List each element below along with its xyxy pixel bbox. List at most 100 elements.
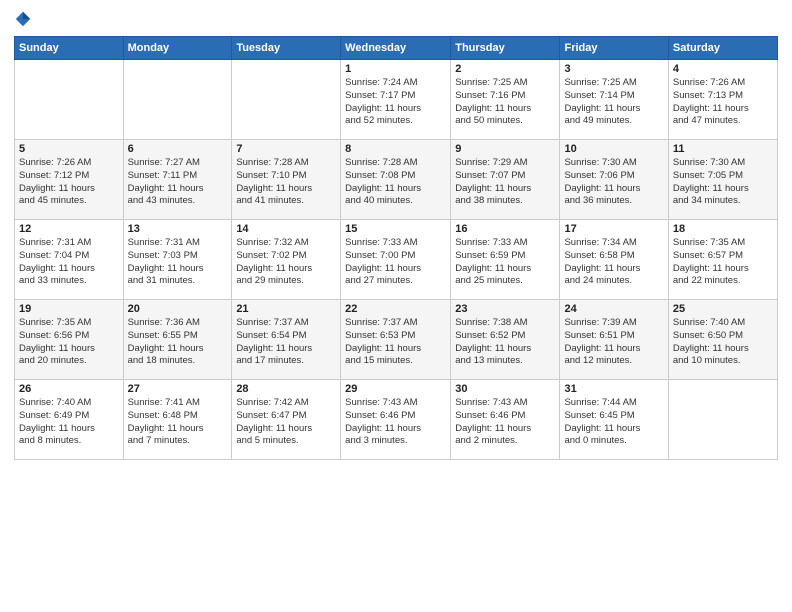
calendar-week-row: 26 Sunrise: 7:40 AM Sunset: 6:49 PM Dayli… — [15, 380, 778, 460]
day-number: 17 — [564, 223, 663, 235]
calendar-cell: 26 Sunrise: 7:40 AM Sunset: 6:49 PM Dayli… — [15, 380, 124, 460]
day-info: Sunrise: 7:29 AM Sunset: 7:07 PM Dayligh… — [455, 157, 555, 208]
day-info: Sunrise: 7:40 AM Sunset: 6:50 PM Dayligh… — [673, 317, 773, 368]
day-number: 4 — [673, 63, 773, 75]
day-number: 24 — [564, 303, 663, 315]
calendar-cell: 11 Sunrise: 7:30 AM Sunset: 7:05 PM Dayli… — [668, 140, 777, 220]
calendar-cell: 15 Sunrise: 7:33 AM Sunset: 7:00 PM Dayli… — [341, 220, 451, 300]
logo — [14, 10, 36, 28]
calendar-cell: 22Sunrise: 7:37 AM Sunset: 6:53 PM Dayli… — [341, 300, 451, 380]
day-number: 25 — [673, 303, 773, 315]
calendar-cell — [668, 380, 777, 460]
day-info: Sunrise: 7:34 AM Sunset: 6:58 PM Dayligh… — [564, 237, 663, 288]
calendar-cell: 25 Sunrise: 7:40 AM Sunset: 6:50 PM Dayli… — [668, 300, 777, 380]
day-number: 11 — [673, 143, 773, 155]
day-info: Sunrise: 7:33 AM Sunset: 7:00 PM Dayligh… — [345, 237, 446, 288]
calendar-header-sunday: Sunday — [15, 37, 124, 60]
day-info: Sunrise: 7:42 AM Sunset: 6:47 PM Dayligh… — [236, 397, 336, 448]
calendar-cell: 3 Sunrise: 7:25 AM Sunset: 7:14 PM Daylig… — [560, 60, 668, 140]
calendar-cell: 12Sunrise: 7:31 AM Sunset: 7:04 PM Dayli… — [15, 220, 124, 300]
day-info: Sunrise: 7:27 AM Sunset: 7:11 PM Dayligh… — [128, 157, 228, 208]
day-info: Sunrise: 7:37 AM Sunset: 6:53 PM Dayligh… — [345, 317, 446, 368]
day-info: Sunrise: 7:38 AM Sunset: 6:52 PM Dayligh… — [455, 317, 555, 368]
calendar-week-row: 5 Sunrise: 7:26 AM Sunset: 7:12 PM Daylig… — [15, 140, 778, 220]
day-number: 3 — [564, 63, 663, 75]
day-info: Sunrise: 7:33 AM Sunset: 6:59 PM Dayligh… — [455, 237, 555, 288]
calendar-cell: 10 Sunrise: 7:30 AM Sunset: 7:06 PM Dayli… — [560, 140, 668, 220]
day-number: 10 — [564, 143, 663, 155]
logo-icon — [14, 10, 32, 28]
calendar-cell — [15, 60, 124, 140]
day-number: 14 — [236, 223, 336, 235]
calendar-cell: 9Sunrise: 7:29 AM Sunset: 7:07 PM Daylig… — [451, 140, 560, 220]
day-info: Sunrise: 7:35 AM Sunset: 6:57 PM Dayligh… — [673, 237, 773, 288]
calendar-cell: 27Sunrise: 7:41 AM Sunset: 6:48 PM Dayli… — [123, 380, 232, 460]
day-number: 7 — [236, 143, 336, 155]
calendar-cell: 20Sunrise: 7:36 AM Sunset: 6:55 PM Dayli… — [123, 300, 232, 380]
day-info: Sunrise: 7:30 AM Sunset: 7:06 PM Dayligh… — [564, 157, 663, 208]
day-info: Sunrise: 7:31 AM Sunset: 7:03 PM Dayligh… — [128, 237, 228, 288]
day-info: Sunrise: 7:32 AM Sunset: 7:02 PM Dayligh… — [236, 237, 336, 288]
calendar-cell: 5 Sunrise: 7:26 AM Sunset: 7:12 PM Daylig… — [15, 140, 124, 220]
day-info: Sunrise: 7:35 AM Sunset: 6:56 PM Dayligh… — [19, 317, 119, 368]
calendar-header-thursday: Thursday — [451, 37, 560, 60]
calendar-header-monday: Monday — [123, 37, 232, 60]
day-number: 19 — [19, 303, 119, 315]
calendar-cell: 29Sunrise: 7:43 AM Sunset: 6:46 PM Dayli… — [341, 380, 451, 460]
calendar-cell: 13 Sunrise: 7:31 AM Sunset: 7:03 PM Dayli… — [123, 220, 232, 300]
day-number: 6 — [128, 143, 228, 155]
day-info: Sunrise: 7:36 AM Sunset: 6:55 PM Dayligh… — [128, 317, 228, 368]
calendar-header-friday: Friday — [560, 37, 668, 60]
day-number: 26 — [19, 383, 119, 395]
day-info: Sunrise: 7:31 AM Sunset: 7:04 PM Dayligh… — [19, 237, 119, 288]
day-info: Sunrise: 7:28 AM Sunset: 7:08 PM Dayligh… — [345, 157, 446, 208]
day-number: 23 — [455, 303, 555, 315]
calendar-week-row: 1Sunrise: 7:24 AM Sunset: 7:17 PM Daylig… — [15, 60, 778, 140]
calendar-cell: 1Sunrise: 7:24 AM Sunset: 7:17 PM Daylig… — [341, 60, 451, 140]
calendar-cell: 2 Sunrise: 7:25 AM Sunset: 7:16 PM Daylig… — [451, 60, 560, 140]
day-number: 8 — [345, 143, 446, 155]
day-number: 21 — [236, 303, 336, 315]
calendar-cell: 23 Sunrise: 7:38 AM Sunset: 6:52 PM Dayli… — [451, 300, 560, 380]
day-number: 2 — [455, 63, 555, 75]
day-number: 18 — [673, 223, 773, 235]
calendar-cell: 6 Sunrise: 7:27 AM Sunset: 7:11 PM Daylig… — [123, 140, 232, 220]
calendar-cell: 18 Sunrise: 7:35 AM Sunset: 6:57 PM Dayli… — [668, 220, 777, 300]
day-number: 28 — [236, 383, 336, 395]
day-number: 31 — [564, 383, 663, 395]
calendar-cell: 30Sunrise: 7:43 AM Sunset: 6:46 PM Dayli… — [451, 380, 560, 460]
day-number: 29 — [345, 383, 446, 395]
day-info: Sunrise: 7:39 AM Sunset: 6:51 PM Dayligh… — [564, 317, 663, 368]
calendar-cell: 28 Sunrise: 7:42 AM Sunset: 6:47 PM Dayli… — [232, 380, 341, 460]
calendar-cell: 19 Sunrise: 7:35 AM Sunset: 6:56 PM Dayli… — [15, 300, 124, 380]
day-info: Sunrise: 7:44 AM Sunset: 6:45 PM Dayligh… — [564, 397, 663, 448]
calendar-cell: 17 Sunrise: 7:34 AM Sunset: 6:58 PM Dayli… — [560, 220, 668, 300]
day-info: Sunrise: 7:37 AM Sunset: 6:54 PM Dayligh… — [236, 317, 336, 368]
calendar-cell: 24 Sunrise: 7:39 AM Sunset: 6:51 PM Dayli… — [560, 300, 668, 380]
calendar-cell: 8 Sunrise: 7:28 AM Sunset: 7:08 PM Daylig… — [341, 140, 451, 220]
day-number: 30 — [455, 383, 555, 395]
calendar-page: SundayMondayTuesdayWednesdayThursdayFrid… — [0, 0, 792, 612]
calendar-header-saturday: Saturday — [668, 37, 777, 60]
calendar-cell — [232, 60, 341, 140]
calendar-header-wednesday: Wednesday — [341, 37, 451, 60]
calendar-cell: 14 Sunrise: 7:32 AM Sunset: 7:02 PM Dayli… — [232, 220, 341, 300]
day-info: Sunrise: 7:26 AM Sunset: 7:12 PM Dayligh… — [19, 157, 119, 208]
day-info: Sunrise: 7:25 AM Sunset: 7:14 PM Dayligh… — [564, 77, 663, 128]
day-info: Sunrise: 7:40 AM Sunset: 6:49 PM Dayligh… — [19, 397, 119, 448]
day-info: Sunrise: 7:25 AM Sunset: 7:16 PM Dayligh… — [455, 77, 555, 128]
day-number: 13 — [128, 223, 228, 235]
calendar-header-row: SundayMondayTuesdayWednesdayThursdayFrid… — [15, 37, 778, 60]
day-info: Sunrise: 7:30 AM Sunset: 7:05 PM Dayligh… — [673, 157, 773, 208]
calendar-cell: 16Sunrise: 7:33 AM Sunset: 6:59 PM Dayli… — [451, 220, 560, 300]
day-info: Sunrise: 7:28 AM Sunset: 7:10 PM Dayligh… — [236, 157, 336, 208]
calendar-header-tuesday: Tuesday — [232, 37, 341, 60]
calendar-cell — [123, 60, 232, 140]
day-number: 27 — [128, 383, 228, 395]
calendar-cell: 7 Sunrise: 7:28 AM Sunset: 7:10 PM Daylig… — [232, 140, 341, 220]
calendar-cell: 21 Sunrise: 7:37 AM Sunset: 6:54 PM Dayli… — [232, 300, 341, 380]
day-number: 5 — [19, 143, 119, 155]
calendar-cell: 4 Sunrise: 7:26 AM Sunset: 7:13 PM Daylig… — [668, 60, 777, 140]
day-number: 15 — [345, 223, 446, 235]
day-info: Sunrise: 7:26 AM Sunset: 7:13 PM Dayligh… — [673, 77, 773, 128]
